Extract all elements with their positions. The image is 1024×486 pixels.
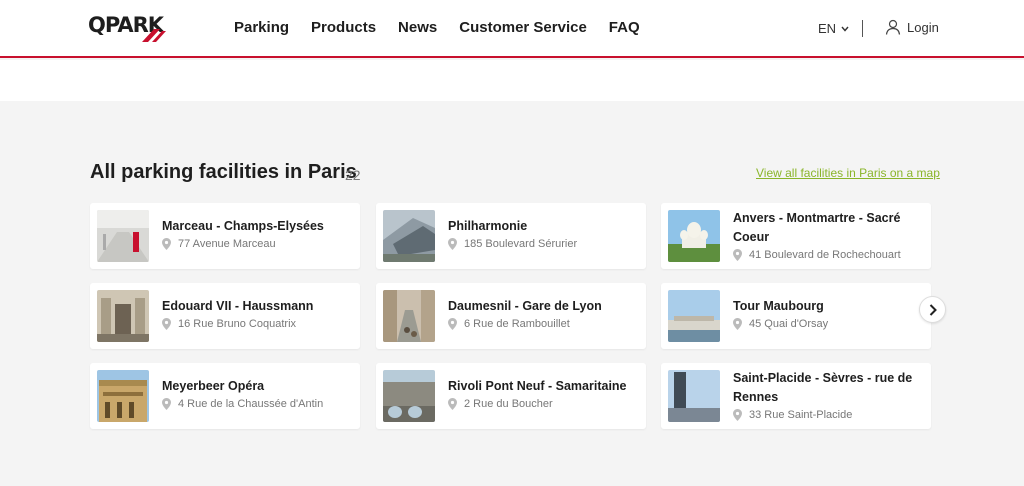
map-pin-icon [162, 318, 171, 330]
facility-address: 185 Boulevard Sérurier [448, 238, 638, 250]
hero-band [0, 60, 1024, 101]
language-label: EN [818, 21, 837, 36]
facility-address: 6 Rue de Rambouillet [448, 318, 638, 330]
qpark-logo[interactable]: QPARK [88, 13, 168, 45]
logo-mark-icon [142, 29, 166, 42]
chevron-right-icon [929, 303, 937, 316]
facility-address: 16 Rue Bruno Coquatrix [162, 318, 352, 330]
facility-card[interactable]: Edouard VII - Haussmann 16 Rue Bruno Coq… [90, 283, 360, 349]
facility-name: Edouard VII - Haussmann [162, 299, 314, 313]
address-text: 16 Rue Bruno Coquatrix [178, 318, 297, 330]
login-label: Login [907, 19, 939, 35]
facility-address: 41 Boulevard de Rochechouart [733, 249, 923, 261]
carousel-next-button[interactable] [919, 296, 946, 323]
facility-name: Rivoli Pont Neuf - Samaritaine [448, 379, 627, 393]
map-pin-icon [162, 398, 171, 410]
map-pin-icon [733, 409, 742, 421]
header-divider [862, 20, 863, 37]
facility-card[interactable]: Meyerbeer Opéra 4 Rue de la Chaussée d'A… [90, 363, 360, 429]
facility-thumbnail [668, 210, 720, 262]
address-text: 45 Quai d'Orsay [749, 318, 829, 330]
map-pin-icon [733, 249, 742, 261]
language-selector[interactable]: EN [818, 21, 849, 36]
facility-name: Philharmonie [448, 219, 528, 233]
facility-name: Anvers - Montmartre - Sacré Coeur [733, 211, 901, 244]
facility-card[interactable]: Marceau - Champs-Elysées 77 Avenue Marce… [90, 203, 360, 269]
address-text: 6 Rue de Rambouillet [464, 318, 570, 330]
nav-customer-service[interactable]: Customer Service [459, 19, 587, 36]
facility-thumbnail [383, 210, 435, 262]
nav-faq[interactable]: FAQ [609, 19, 640, 36]
map-pin-icon [733, 318, 742, 330]
facility-thumbnail [97, 290, 149, 342]
address-text: 77 Avenue Marceau [178, 238, 276, 250]
address-text: 41 Boulevard de Rochechouart [749, 249, 901, 261]
facility-thumbnail [383, 290, 435, 342]
facility-address: 33 Rue Saint-Placide [733, 409, 923, 421]
view-map-link[interactable]: View all facilities in Paris on a map [756, 166, 940, 180]
main-nav: Parking Products News Customer Service F… [234, 19, 640, 36]
map-pin-icon [448, 398, 457, 410]
facility-address: 45 Quai d'Orsay [733, 318, 923, 330]
user-icon [885, 19, 901, 35]
facility-card[interactable]: Anvers - Montmartre - Sacré Coeur 41 Bou… [661, 203, 931, 269]
map-pin-icon [162, 238, 171, 250]
section-title: All parking facilities in Paris [90, 161, 357, 183]
login-button[interactable]: Login [885, 19, 939, 35]
facility-card[interactable]: Rivoli Pont Neuf - Samaritaine 2 Rue du … [376, 363, 646, 429]
facility-address: 2 Rue du Boucher [448, 398, 638, 410]
map-pin-icon [448, 318, 457, 330]
address-text: 4 Rue de la Chaussée d'Antin [178, 398, 324, 410]
facility-address: 4 Rue de la Chaussée d'Antin [162, 398, 352, 410]
map-pin-icon [448, 238, 457, 250]
facility-count: 22 [345, 167, 361, 183]
address-text: 185 Boulevard Sérurier [464, 238, 578, 250]
facility-thumbnail [383, 370, 435, 422]
facility-thumbnail [668, 370, 720, 422]
facility-thumbnail [668, 290, 720, 342]
facility-thumbnail [97, 210, 149, 262]
facility-card[interactable]: Philharmonie 185 Boulevard Sérurier [376, 203, 646, 269]
facility-name: Saint-Placide - Sèvres - rue de Rennes [733, 371, 913, 404]
nav-products[interactable]: Products [311, 19, 376, 36]
facility-name: Marceau - Champs-Elysées [162, 219, 324, 233]
facility-card[interactable]: Tour Maubourg 45 Quai d'Orsay [661, 283, 931, 349]
site-header: QPARK Parking Products News Customer Ser… [0, 0, 1024, 58]
nav-news[interactable]: News [398, 19, 437, 36]
nav-parking[interactable]: Parking [234, 19, 289, 36]
address-text: 2 Rue du Boucher [464, 398, 553, 410]
chevron-down-icon [841, 26, 849, 32]
facility-address: 77 Avenue Marceau [162, 238, 352, 250]
facility-thumbnail [97, 370, 149, 422]
address-text: 33 Rue Saint-Placide [749, 409, 853, 421]
facility-card[interactable]: Saint-Placide - Sèvres - rue de Rennes 3… [661, 363, 931, 429]
facility-name: Tour Maubourg [733, 299, 824, 313]
facility-name: Daumesnil - Gare de Lyon [448, 299, 602, 313]
facility-card[interactable]: Daumesnil - Gare de Lyon 6 Rue de Rambou… [376, 283, 646, 349]
facility-name: Meyerbeer Opéra [162, 379, 265, 393]
